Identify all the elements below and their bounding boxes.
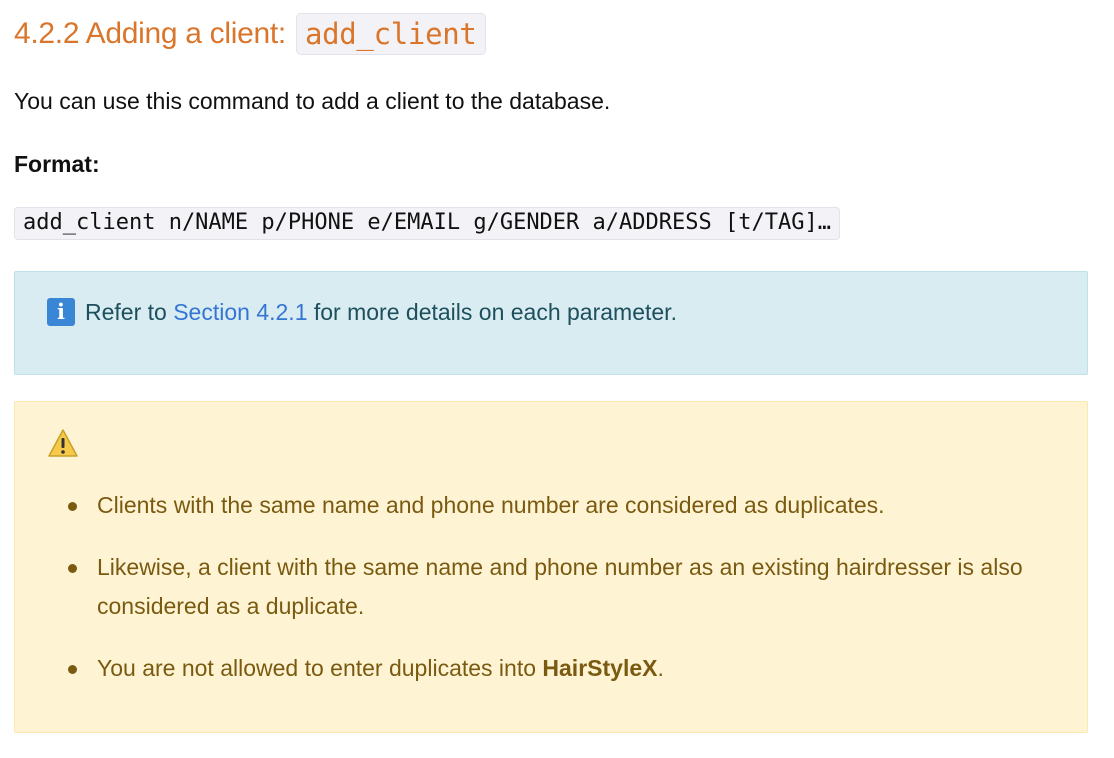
- section-link[interactable]: Section 4.2.1: [173, 299, 307, 325]
- info-text-before: Refer to: [85, 299, 167, 325]
- info-text-after: for more details on each parameter.: [313, 299, 677, 325]
- intro-paragraph: You can use this command to add a client…: [14, 88, 611, 114]
- info-callout: i Refer to Section 4.2.1 for more detail…: [14, 271, 1088, 375]
- section-heading-text: 4.2.2 Adding a client:: [14, 17, 286, 50]
- info-callout-text: Refer to Section 4.2.1 for more details …: [85, 296, 677, 328]
- list-item: You are not allowed to enter duplicates …: [68, 649, 1055, 688]
- format-code-block: add_client n/NAME p/PHONE e/EMAIL g/GEND…: [14, 207, 840, 240]
- format-label: Format:: [14, 151, 100, 177]
- warning-list: Clients with the same name and phone num…: [47, 486, 1055, 688]
- documentation-page: 4.2.2 Adding a client: add_client You ca…: [14, 0, 1088, 733]
- section-heading: 4.2.2 Adding a client: add_client: [14, 12, 1088, 56]
- app-name: HairStyleX: [542, 655, 658, 681]
- section-heading-code: add_client: [295, 13, 486, 55]
- list-item: Likewise, a client with the same name an…: [68, 548, 1055, 626]
- info-icon: i: [47, 298, 75, 326]
- warning-icon: [48, 429, 78, 457]
- warning-callout: Clients with the same name and phone num…: [14, 401, 1088, 733]
- list-item: Clients with the same name and phone num…: [68, 486, 1055, 525]
